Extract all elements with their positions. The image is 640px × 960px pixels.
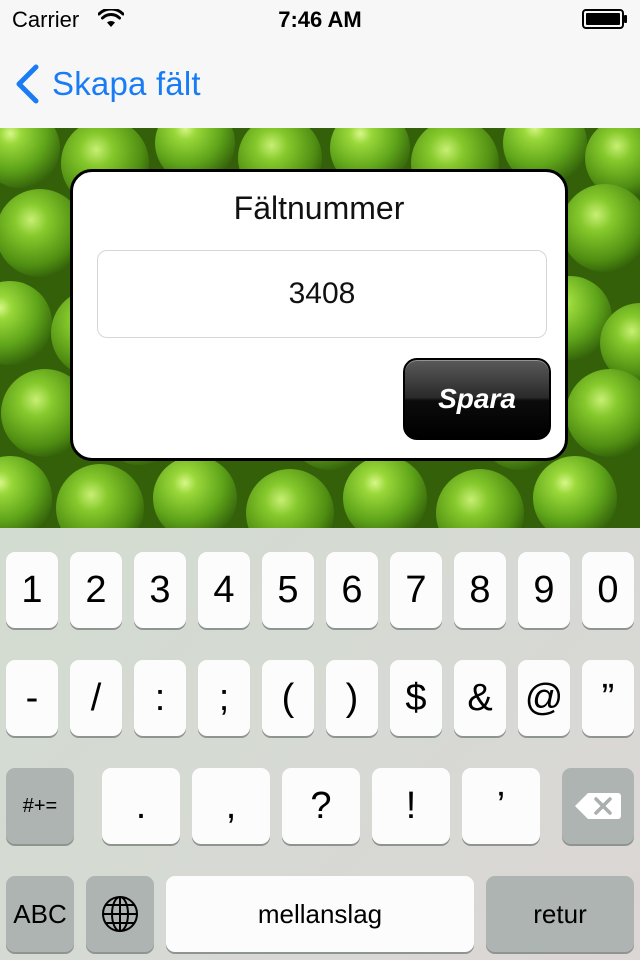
globe-icon bbox=[102, 896, 138, 932]
key-dollar[interactable]: $ bbox=[390, 660, 442, 736]
key-colon[interactable]: : bbox=[134, 660, 186, 736]
back-button[interactable]: Skapa fält bbox=[14, 62, 201, 106]
battery-icon bbox=[582, 9, 627, 29]
key-apostrophe[interactable]: ’ bbox=[462, 768, 540, 844]
key-2[interactable]: 2 bbox=[70, 552, 122, 628]
save-button[interactable]: Spara bbox=[403, 358, 551, 440]
key-exclamation[interactable]: ! bbox=[372, 768, 450, 844]
key-6[interactable]: 6 bbox=[326, 552, 378, 628]
globe-key[interactable] bbox=[86, 876, 154, 952]
key-ampersand[interactable]: & bbox=[454, 660, 506, 736]
key-3[interactable]: 3 bbox=[134, 552, 186, 628]
key-comma[interactable]: , bbox=[192, 768, 270, 844]
key-period[interactable]: . bbox=[102, 768, 180, 844]
key-question[interactable]: ? bbox=[282, 768, 360, 844]
key-slash[interactable]: / bbox=[70, 660, 122, 736]
keyboard: 1 2 3 4 5 6 7 8 9 0 - / : ; ( ) $ & @ ” … bbox=[0, 528, 640, 960]
chevron-left-icon bbox=[16, 64, 39, 104]
key-5[interactable]: 5 bbox=[262, 552, 314, 628]
symbols-shift-key[interactable]: #+= bbox=[6, 768, 74, 844]
back-button-label: Skapa fält bbox=[52, 65, 201, 102]
space-key[interactable]: mellanslag bbox=[166, 876, 474, 952]
clock: 7:46 AM bbox=[278, 7, 362, 32]
key-at[interactable]: @ bbox=[518, 660, 570, 736]
key-7[interactable]: 7 bbox=[390, 552, 442, 628]
key-9[interactable]: 9 bbox=[518, 552, 570, 628]
key-open-paren[interactable]: ( bbox=[262, 660, 314, 736]
dialog-title: Fältnummer bbox=[233, 190, 405, 226]
key-hyphen[interactable]: - bbox=[6, 660, 58, 736]
key-semicolon[interactable]: ; bbox=[198, 660, 250, 736]
key-8[interactable]: 8 bbox=[454, 552, 506, 628]
key-0[interactable]: 0 bbox=[582, 552, 634, 628]
abc-key[interactable]: ABC bbox=[6, 876, 74, 952]
delete-key[interactable] bbox=[562, 768, 634, 844]
status-bar: Carrier 7:46 AM bbox=[0, 0, 640, 40]
navigation-bar: Skapa fält bbox=[0, 40, 640, 129]
field-number-dialog: Fältnummer 3408 Spara bbox=[70, 169, 568, 461]
field-number-input[interactable]: 3408 bbox=[97, 250, 547, 338]
backspace-icon bbox=[575, 793, 621, 819]
key-1[interactable]: 1 bbox=[6, 552, 58, 628]
key-4[interactable]: 4 bbox=[198, 552, 250, 628]
key-close-paren[interactable]: ) bbox=[326, 660, 378, 736]
key-quote[interactable]: ” bbox=[582, 660, 634, 736]
return-key[interactable]: retur bbox=[486, 876, 634, 952]
